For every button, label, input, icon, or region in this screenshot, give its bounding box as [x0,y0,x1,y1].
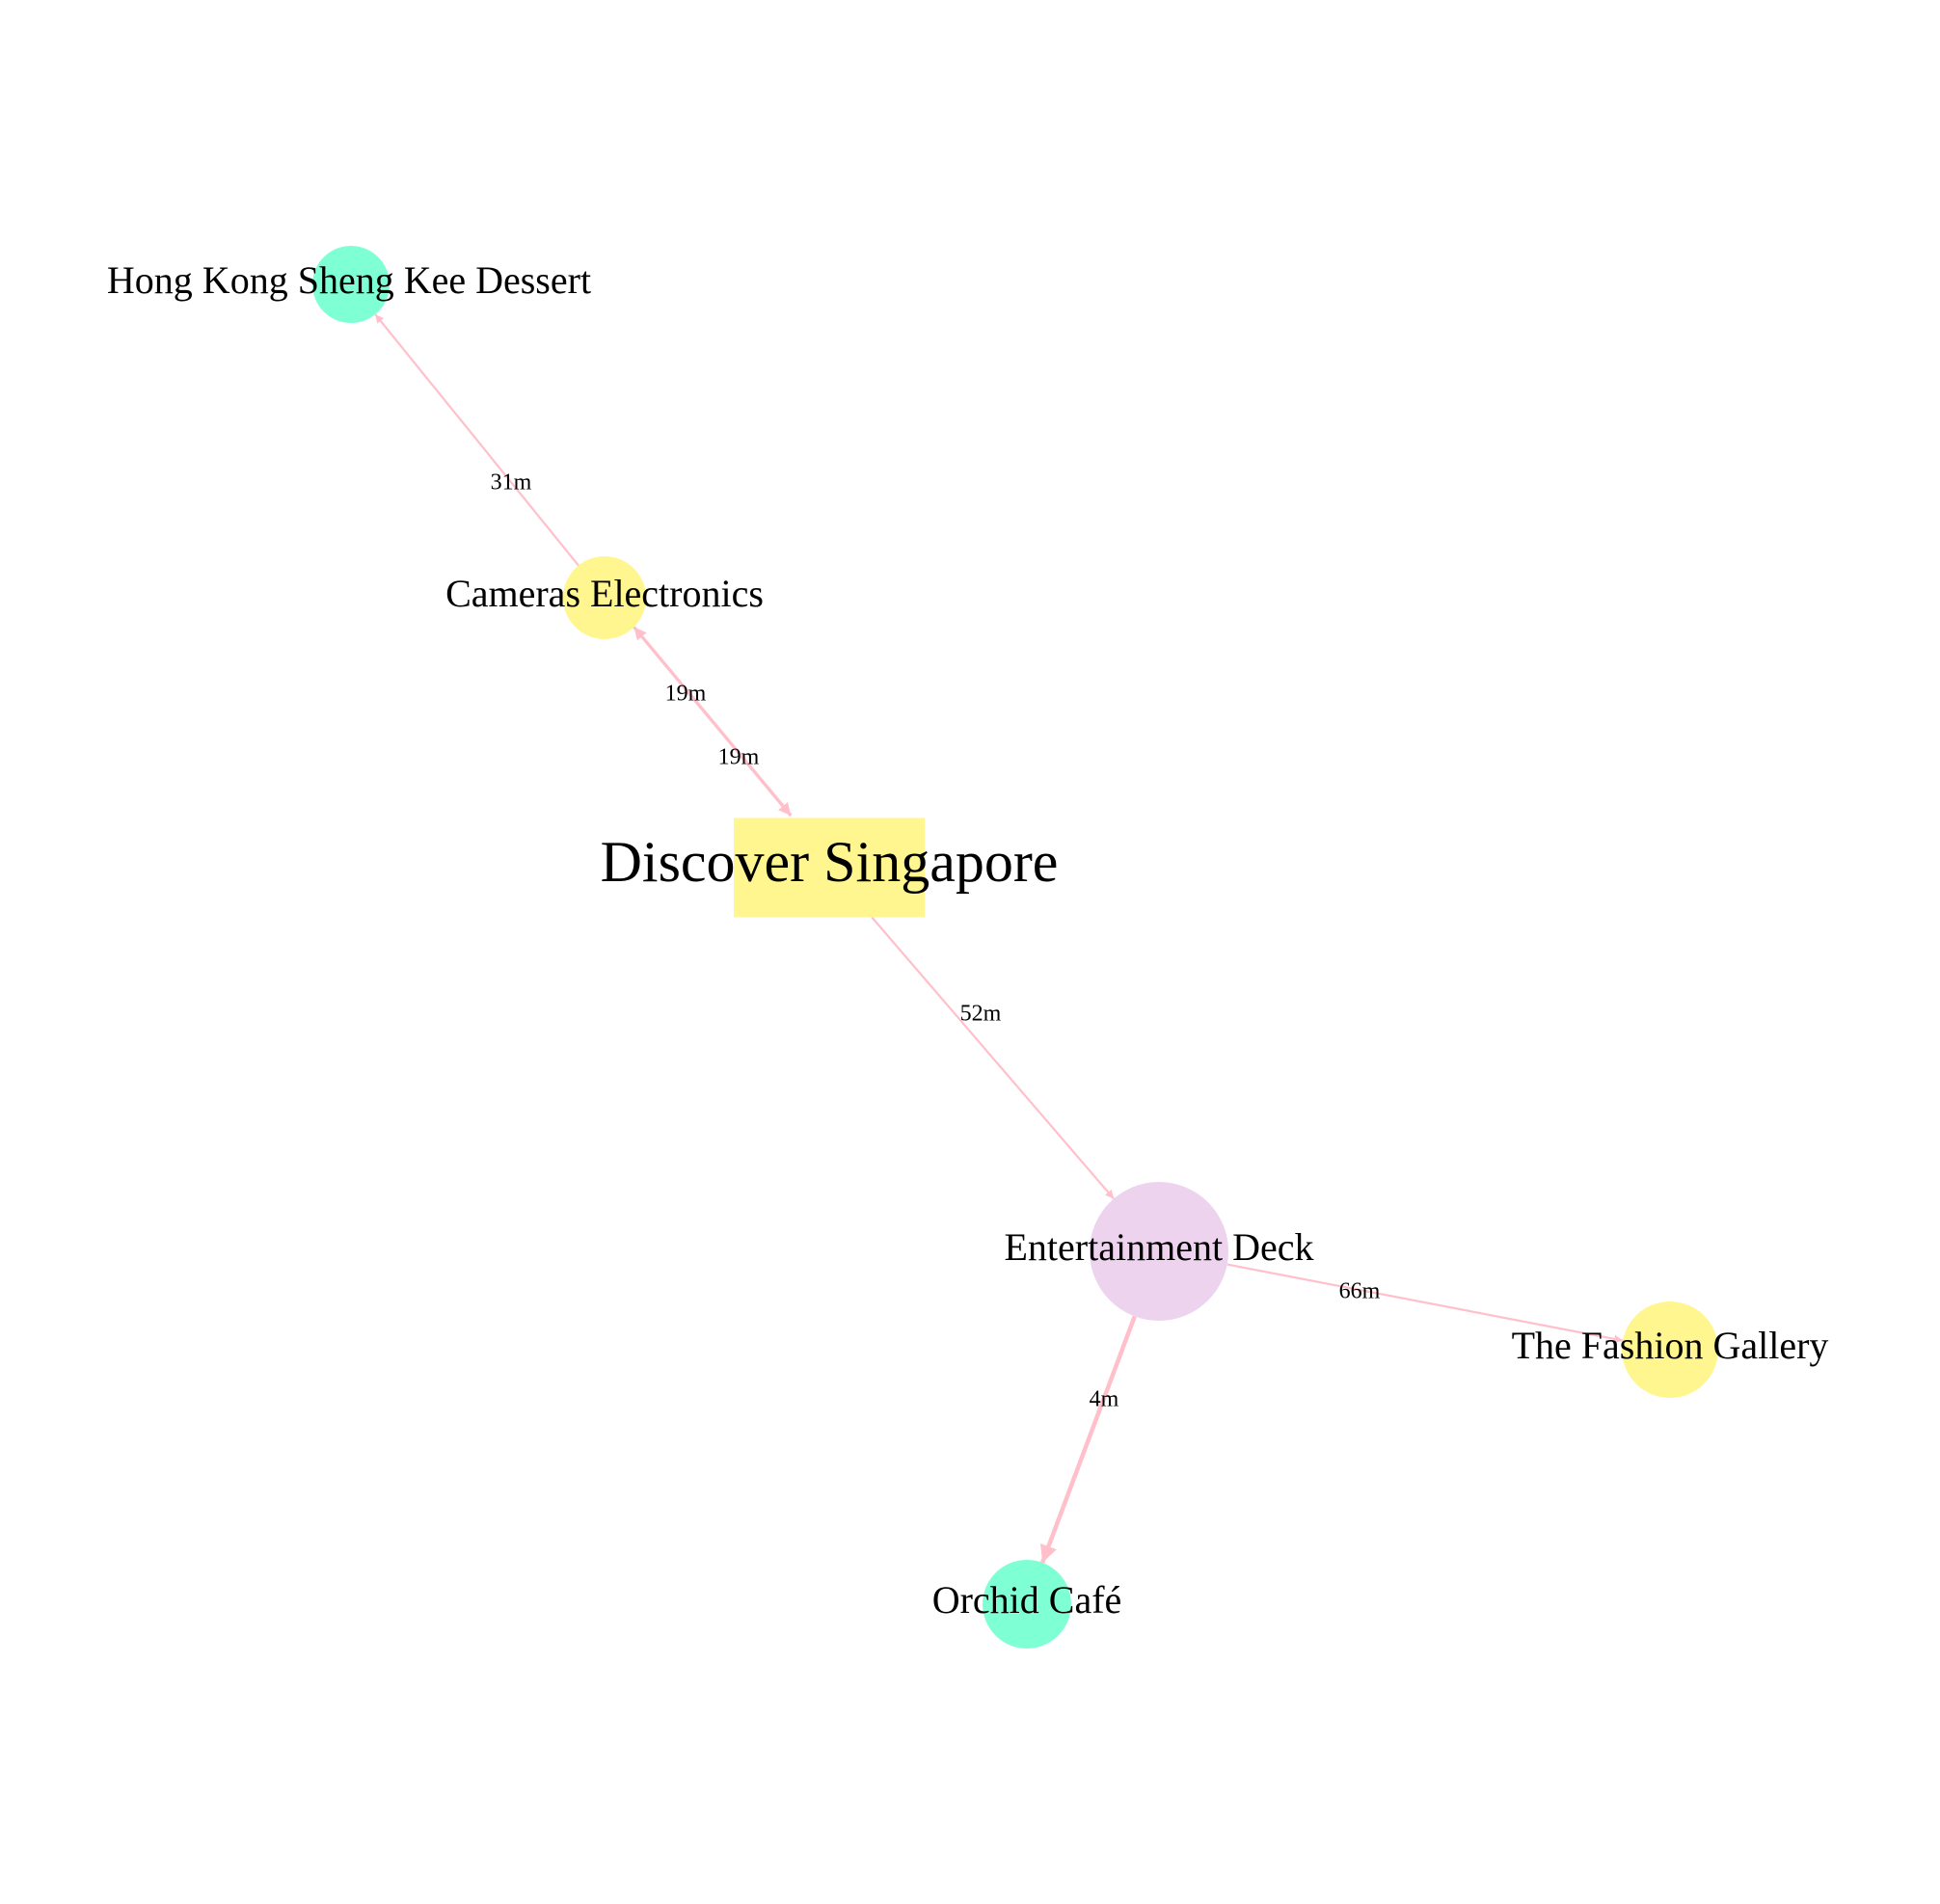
labels-layer: Discover Singapore Cameras Electronics Hon… [107,258,1828,1622]
node-label-discover: Discover Singapore [601,830,1059,894]
edge-label-cameras-to-discover: 19m [665,682,707,707]
edge-label-entertainment-to-orchid: 4m [1090,1387,1119,1412]
nodes-layer [312,246,1718,1649]
edges-layer [374,313,1624,1564]
node-label-orchid: Orchid Café [932,1578,1122,1622]
edge-entertainment-to-orchid [1040,1315,1137,1564]
edge-discover-to-entertainment [871,916,1115,1200]
edge-cameras-to-hongkong [374,313,579,567]
node-label-hongkong: Hong Kong Sheng Kee Dessert [107,258,591,302]
edge-label-entertainment-to-fashion: 66m [1339,1279,1381,1304]
edge-discover-to-cameras [633,626,793,817]
edge-label-discover-to-cameras: 19m [718,745,760,770]
edge-label-cameras-to-hongkong: 31m [491,470,532,496]
edge-label-discover-to-entertainment: 52m [960,1002,1002,1027]
node-label-fashion: The Fashion Gallery [1512,1324,1829,1367]
node-label-entertainment: Entertainment Deck [1005,1225,1314,1269]
network-graph: Discover Singapore Cameras Electronics Hon… [107,246,1828,1649]
node-label-cameras: Cameras Electronics [445,572,764,615]
